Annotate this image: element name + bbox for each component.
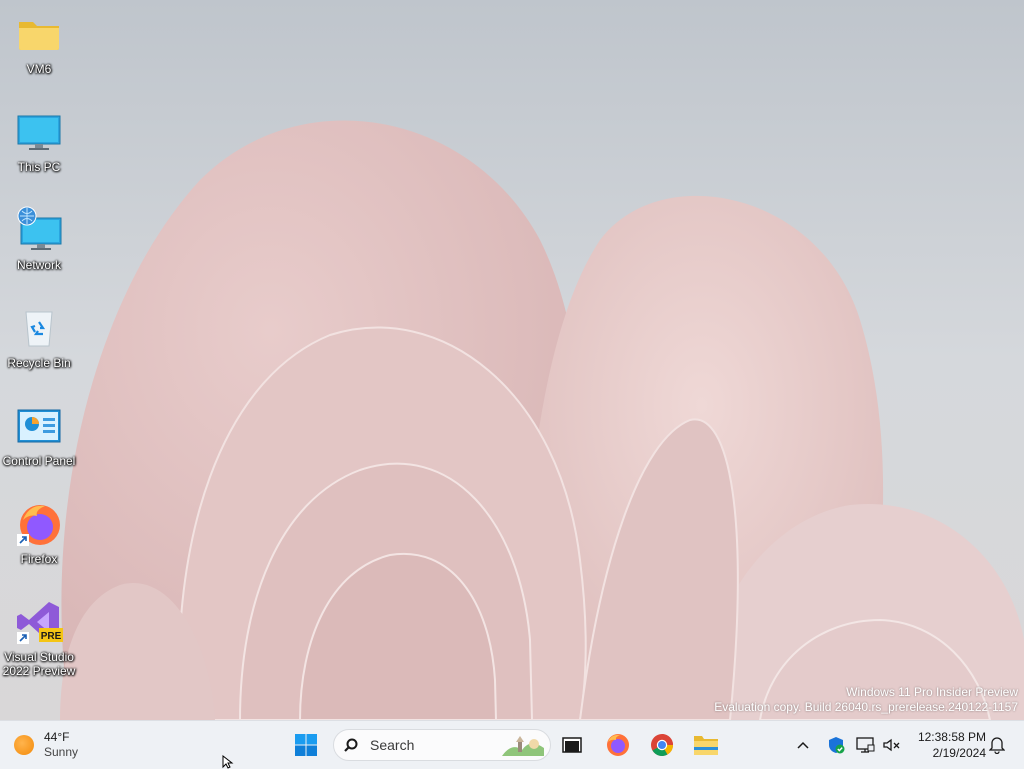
taskbar: 44°F Sunny Search 12:38:58 PM 2/19/2024 xyxy=(0,720,1024,769)
bell-icon xyxy=(989,737,1005,754)
desktop-icon-control-panel[interactable]: Control Panel xyxy=(0,394,78,484)
task-view-button[interactable] xyxy=(554,727,590,763)
desktop-icon-this-pc[interactable]: This PC xyxy=(0,100,78,190)
monitor-icon xyxy=(856,737,875,753)
desktop-icon-label: This PC xyxy=(17,160,61,174)
firefox-icon xyxy=(15,500,63,548)
desktop-icon-label: Control Panel xyxy=(2,454,76,468)
desktop-icon-label: Firefox xyxy=(20,552,58,566)
watermark-line-edition: Windows 11 Pro Insider Preview xyxy=(846,685,1018,699)
desktop-icon-visual-studio[interactable]: PRE Visual Studio 2022 Preview xyxy=(0,590,78,690)
weather-temperature: 44°F xyxy=(44,730,70,744)
volume-tray-button[interactable] xyxy=(880,733,904,757)
computer-icon xyxy=(15,108,63,156)
search-icon xyxy=(344,738,358,752)
windows-security-tray-button[interactable] xyxy=(824,733,848,757)
watermark-line-build: Evaluation copy. Build 26040.rs_prerelea… xyxy=(714,700,1018,714)
desktop: VM6 This PC Network Recycle Bin Control … xyxy=(0,0,1024,720)
weather-condition: Sunny xyxy=(44,745,79,759)
visual-studio-icon: PRE xyxy=(15,598,63,646)
mouse-cursor-icon xyxy=(222,755,234,769)
display-tray-button[interactable] xyxy=(854,733,878,757)
shield-check-icon xyxy=(829,737,845,754)
windows-logo-icon xyxy=(295,734,317,756)
firefox-taskbar-button[interactable] xyxy=(600,727,636,763)
chrome-icon xyxy=(651,734,673,756)
weather-widget[interactable]: 44°F Sunny xyxy=(14,727,124,763)
start-button[interactable] xyxy=(288,727,324,763)
taskbar-clock[interactable]: 12:38:58 PM 2/19/2024 xyxy=(906,729,986,761)
search-highlight-icon xyxy=(502,736,544,756)
desktop-icon-recycle-bin[interactable]: Recycle Bin xyxy=(0,296,78,386)
chrome-taskbar-button[interactable] xyxy=(644,727,680,763)
file-explorer-taskbar-button[interactable] xyxy=(688,727,724,763)
sun-icon xyxy=(14,735,34,755)
taskbar-search-box[interactable] xyxy=(333,729,551,761)
clock-date: 2/19/2024 xyxy=(932,746,986,760)
desktop-icon-label: VM6 xyxy=(26,62,52,76)
desktop-icon-label: Visual Studio 2022 Preview xyxy=(2,650,76,678)
notifications-button[interactable] xyxy=(986,733,1008,757)
evaluation-watermark: Windows 11 Pro Insider Preview Evaluatio… xyxy=(714,685,1018,715)
firefox-icon xyxy=(607,734,629,756)
show-hidden-icons-button[interactable] xyxy=(792,733,814,757)
desktop-icon-label: Network xyxy=(16,258,61,272)
file-explorer-icon xyxy=(694,736,718,755)
volume-muted-icon xyxy=(883,738,900,752)
svg-text:PRE: PRE xyxy=(41,631,62,642)
desktop-icon-label: Recycle Bin xyxy=(7,356,71,370)
desktop-icon-firefox[interactable]: Firefox xyxy=(0,492,78,582)
clock-time: 12:38:58 PM xyxy=(917,730,986,744)
chevron-up-icon xyxy=(797,741,809,749)
network-icon xyxy=(15,206,63,254)
folder-icon xyxy=(15,10,63,58)
recycle-bin-icon xyxy=(15,304,63,352)
desktop-icon-vm6[interactable]: VM6 xyxy=(0,2,78,92)
control-panel-icon xyxy=(15,402,63,450)
desktop-icon-network[interactable]: Network xyxy=(0,198,78,288)
task-view-icon xyxy=(562,737,582,753)
search-input[interactable] xyxy=(368,736,492,754)
